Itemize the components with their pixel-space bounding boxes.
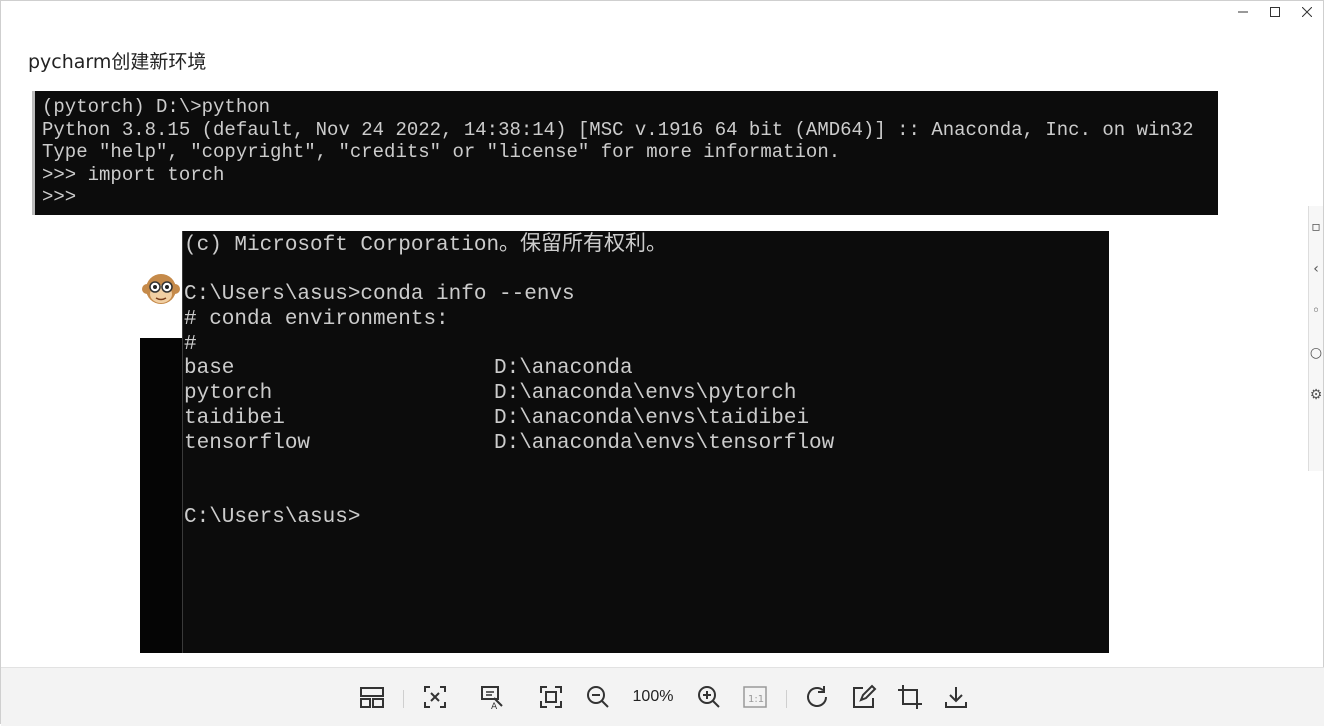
download-icon <box>945 687 967 708</box>
edit-icon <box>853 684 877 708</box>
side-icon[interactable]: ○ <box>1309 332 1323 374</box>
env-row: base D:\anaconda <box>184 357 1109 382</box>
background-window-strip <box>140 231 182 653</box>
env-name: base <box>184 357 235 381</box>
terminal-line: # conda environments: <box>184 308 449 332</box>
crop-button[interactable] <box>896 682 924 712</box>
rotate-icon <box>807 686 827 707</box>
ocr-icon: A <box>481 686 503 710</box>
fit-screen-icon <box>424 686 446 708</box>
zoom-level: 100% <box>632 688 674 705</box>
close-icon <box>1302 7 1312 17</box>
env-row: tensorflow D:\anaconda\envs\tensorflow <box>184 432 1109 457</box>
env-name: pytorch <box>184 382 273 406</box>
terminal-line: C:\Users\asus> <box>184 505 361 529</box>
download-button[interactable] <box>942 682 970 712</box>
minimize-icon <box>1238 11 1248 13</box>
fullscreen-icon <box>540 686 562 708</box>
image-viewer-window: pycharm创建新环境 (pytorch) D:\>python Python… <box>0 0 1324 726</box>
terminal-line: Type "help", "copyright", "credits" or "… <box>42 141 841 163</box>
window-controls <box>1227 1 1323 23</box>
zoom-out-icon <box>587 686 609 708</box>
zoom-in-icon <box>698 686 720 708</box>
terminal-line: >>> <box>42 186 77 208</box>
terminal-line: C:\Users\asus>conda info --envs <box>184 283 575 307</box>
maximize-button[interactable] <box>1259 1 1291 23</box>
side-icon[interactable]: ▫ <box>1309 206 1323 248</box>
edit-button[interactable] <box>850 682 878 712</box>
env-row: taidibei D:\anaconda\envs\taidibei <box>184 407 1109 432</box>
env-path: D:\anaconda\envs\taidibei <box>494 406 810 430</box>
ocr-button[interactable]: A <box>479 682 507 712</box>
actual-size-icon: 1:1 <box>743 686 767 708</box>
terminal-python-screenshot: (pytorch) D:\>python Python 3.8.15 (defa… <box>32 91 1218 215</box>
terminal-line: (pytorch) D:\>python <box>42 96 271 118</box>
close-button[interactable] <box>1291 1 1323 23</box>
minimize-button[interactable] <box>1227 1 1259 23</box>
side-icon[interactable]: ⚙ <box>1309 374 1323 416</box>
fit-screen-button[interactable] <box>421 682 449 712</box>
maximize-icon <box>1270 7 1280 17</box>
zoom-in-button[interactable] <box>695 682 723 712</box>
crop-icon <box>898 685 922 709</box>
actual-size-button[interactable]: 1:1 <box>741 682 769 712</box>
layout-button[interactable] <box>358 682 386 712</box>
decorative-marks <box>140 341 182 641</box>
zoom-out-button[interactable] <box>584 682 612 712</box>
terminal-line: >>> import torch <box>42 163 225 186</box>
page-title: pycharm创建新环境 <box>28 51 207 73</box>
side-panel-edge: ▫ ‹ ◦ ○ ⚙ <box>1308 206 1323 471</box>
side-icon[interactable]: ◦ <box>1309 290 1323 332</box>
terminal-line: # <box>184 332 197 356</box>
terminal-conda-screenshot: (c) Microsoft Corporation。保留所有权利。 C:\Use… <box>182 231 1109 653</box>
viewer-toolbar: A 100% 1:1 <box>1 667 1324 726</box>
actual-size-label: 1:1 <box>748 694 764 705</box>
layout-icon <box>360 687 384 708</box>
terminal-line: (c) Microsoft Corporation。保留所有权利。 <box>184 234 668 257</box>
env-name: tensorflow <box>184 431 311 455</box>
svg-text:A: A <box>491 702 498 710</box>
rotate-button[interactable] <box>803 682 831 712</box>
env-path: D:\anaconda\envs\pytorch <box>494 382 797 406</box>
env-row: pytorch D:\anaconda\envs\pytorch <box>184 382 1109 407</box>
env-path: D:\anaconda <box>494 357 633 381</box>
env-path: D:\anaconda\envs\tensorflow <box>494 431 835 455</box>
env-name: taidibei <box>184 406 285 430</box>
terminal-line: Python 3.8.15 (default, Nov 24 2022, 14:… <box>42 118 1194 141</box>
monkey-avatar-icon <box>142 274 180 304</box>
fullscreen-button[interactable] <box>537 682 565 712</box>
side-icon[interactable]: ‹ <box>1309 248 1323 290</box>
